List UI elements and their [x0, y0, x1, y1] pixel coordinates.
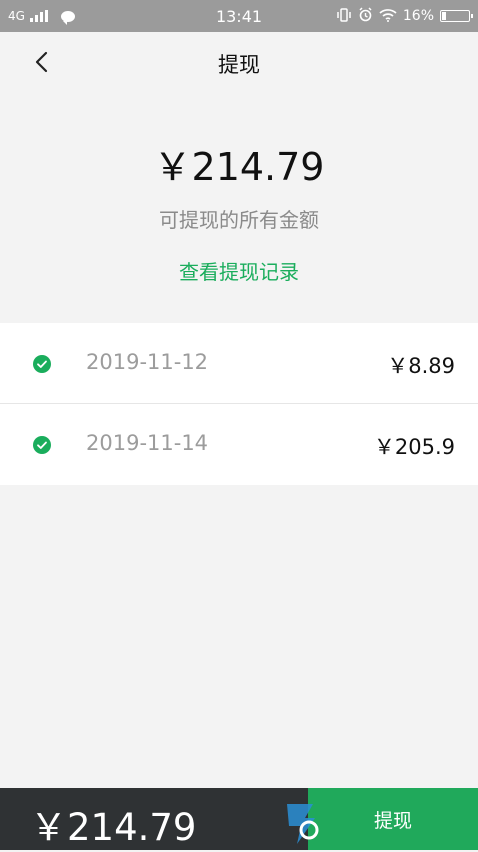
record-date: 2019-11-12 — [86, 350, 209, 374]
record-list: 2019-11-12 ￥8.89 2019-11-14 ￥205.9 — [0, 323, 478, 485]
record-amount: ￥8.89 — [387, 354, 455, 378]
battery-icon — [440, 10, 473, 22]
check-circle-icon — [33, 436, 51, 454]
bottom-amount: ￥214.79 — [30, 806, 197, 849]
record-amount: ￥205.9 — [373, 435, 455, 459]
amount-caption: 可提现的所有金额 — [159, 208, 319, 232]
bottom-bar: ￥214.79 提现 — [0, 788, 478, 850]
status-bar: 4G 13:41 16% — [0, 0, 478, 32]
nav-bar: 提现 — [0, 32, 478, 92]
page-title: 提现 — [218, 53, 260, 77]
withdrawable-amount: ￥214.79 — [153, 145, 325, 189]
status-time: 13:41 — [215, 6, 263, 26]
balance-summary: ￥214.79 可提现的所有金额 查看提现记录 — [0, 92, 478, 322]
withdraw-button[interactable]: 提现 — [308, 788, 478, 850]
list-item[interactable]: 2019-11-14 ￥205.9 — [0, 404, 478, 485]
list-item[interactable]: 2019-11-12 ￥8.89 — [0, 323, 478, 404]
record-date: 2019-11-14 — [86, 431, 209, 455]
check-circle-icon — [33, 355, 51, 373]
view-history-link[interactable]: 查看提现记录 — [0, 256, 478, 285]
battery-level — [442, 12, 446, 20]
watermark-logo-icon — [283, 800, 323, 848]
